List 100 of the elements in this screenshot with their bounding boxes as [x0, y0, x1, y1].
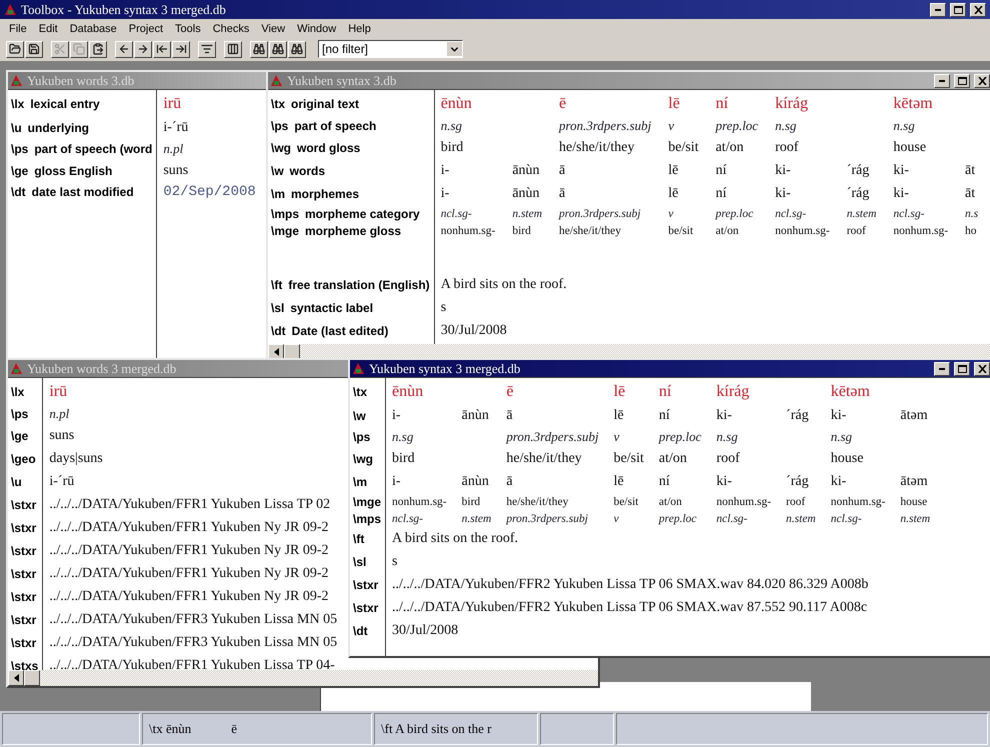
morpheme-cell-text: āt: [965, 162, 976, 180]
morpheme-cell-text: i-: [440, 162, 450, 180]
field-marker: \stxr: [353, 578, 378, 592]
menu-item[interactable]: Checks: [208, 22, 254, 34]
field-marker: \ps: [353, 430, 370, 444]
field-marker: \stxr: [11, 498, 36, 512]
field-value: days|suns: [49, 450, 104, 468]
menu-item[interactable]: Window: [292, 22, 342, 34]
morpheme-cell-text: ho: [965, 224, 978, 238]
word-cell-text: n.sg: [716, 428, 739, 446]
morpheme-cell-text: nonhum.sg-: [775, 224, 830, 238]
field-marker: \dt: [271, 324, 286, 338]
field-marker: \tx: [353, 385, 368, 399]
field-label: Date (last edited): [292, 324, 388, 338]
field-value: ../../../DATA/Yukuben/FFR1 Yukuben Lissa TP 04-: [49, 656, 336, 670]
field-value: ../../../DATA/Yukuben/FFR1 Yukuben Ny JR 09-2: [49, 518, 330, 536]
field-value: ../../../DATA/Yukuben/FFR1 Yukuben Ny JR 09-2: [49, 542, 330, 560]
window-title: Yukuben syntax 3 merged.db: [369, 360, 520, 376]
morpheme-cell-text: n.stem: [512, 206, 542, 222]
field-marker: \lx: [11, 97, 24, 111]
field-label: morpheme gloss: [305, 224, 402, 238]
word-cell-text: v: [614, 428, 620, 446]
word-cell-text: ēnùn: [392, 382, 424, 402]
word-cell-text: prep.loc: [716, 117, 758, 135]
word-cell-text: pron.3rdpers.subj: [506, 428, 599, 446]
morpheme-cell-text: ncl.sg-: [392, 512, 424, 526]
word-cell-text: kētəm: [830, 382, 871, 402]
morpheme-cell-text: ní: [716, 162, 728, 180]
morpheme-cell-text: pron.3rdpers.subj: [559, 206, 642, 222]
field-value: irū: [163, 94, 182, 114]
word-cell-text: prep.loc: [658, 428, 702, 446]
word-cell-text: he/she/it/they: [506, 450, 583, 468]
field-value: suns: [163, 162, 190, 180]
morpheme-cell-text: bird: [462, 494, 482, 510]
morpheme-cell-text: āt: [965, 184, 976, 202]
morpheme-cell-text: n.stem: [846, 206, 876, 222]
morpheme-cell-text: ki-: [830, 472, 848, 490]
field-value: n.pl: [49, 405, 70, 423]
field-marker: \u: [11, 120, 22, 134]
word-cell-text: bird: [440, 138, 464, 156]
morpheme-cell-text: ki-: [775, 162, 792, 180]
morpheme-cell-text: ā: [506, 472, 514, 490]
word-cell-text: n.sg: [440, 117, 463, 135]
field-marker: \mps: [271, 206, 300, 220]
field-marker: \ps: [271, 119, 288, 133]
menu-item[interactable]: Project: [124, 22, 168, 34]
morpheme-cell-text: be/sit: [614, 494, 640, 510]
morpheme-cell-text: ā: [559, 162, 566, 180]
menu-item[interactable]: View: [256, 22, 290, 34]
word-cell-text: ní: [716, 94, 730, 114]
morpheme-cell-text: n.stem: [462, 512, 492, 526]
morpheme-cell-text: ´rág: [786, 472, 810, 490]
word-cell-text: v: [668, 117, 676, 135]
field-label: syntactic label: [290, 300, 374, 314]
morpheme-cell-text: lē: [668, 162, 680, 180]
menu-item[interactable]: Edit: [34, 22, 63, 34]
word-cell-text: roof: [716, 450, 741, 468]
field-marker: \ge: [11, 164, 28, 178]
word-cell-text: kírág: [775, 94, 809, 114]
morpheme-cell-text: n.stem: [900, 512, 930, 526]
word-cell-text: n.sg: [893, 117, 916, 135]
word-cell-text: ē: [559, 94, 568, 114]
field-value: 30/Jul/2008: [440, 322, 508, 340]
field-marker: \stxr: [11, 520, 36, 534]
field-marker: \m: [271, 186, 286, 200]
morpheme-cell-text: n.s: [965, 206, 978, 222]
field-value: 30/Jul/2008: [392, 622, 460, 640]
field-value: A bird sits on the roof.: [440, 276, 568, 294]
field-label: word gloss: [297, 140, 360, 154]
status-text: \ft A bird sits on the r: [381, 721, 492, 737]
morpheme-cell-text: lē: [614, 406, 625, 424]
menu-item[interactable]: File: [4, 22, 32, 34]
field-marker: \stxr: [11, 566, 36, 580]
morpheme-cell-text: at/on: [658, 494, 683, 510]
field-label: part of speech: [294, 119, 376, 133]
field-value: A bird sits on the roof.: [392, 530, 520, 548]
morpheme-cell-text: lē: [668, 184, 680, 202]
word-cell-text: kētəm: [893, 94, 934, 114]
morpheme-cell-text: ncl.sg-: [830, 512, 863, 526]
field-marker: \ps: [11, 142, 28, 156]
field-value: ../../../DATA/Yukuben/FFR2 Yukuben Lissa TP 06 SMAX.wav 87.552 90.117 A008c: [392, 598, 868, 616]
word-cell-text: house: [893, 138, 928, 156]
field-value: n.pl: [163, 140, 184, 158]
field-value: s: [392, 552, 398, 570]
morpheme-cell-text: ki-: [830, 406, 848, 424]
word-cell-text: n.sg: [830, 428, 854, 446]
field-label: gloss English: [34, 164, 112, 178]
word-cell-text: roof: [775, 138, 800, 156]
menu-item[interactable]: Help: [343, 22, 376, 34]
field-value: irū: [49, 382, 68, 402]
morpheme-cell-text: ní: [658, 406, 671, 424]
morpheme-cell-text: he/she/it/they: [559, 224, 622, 238]
filter-dropdown[interactable]: [no filter]: [318, 40, 463, 58]
morpheme-cell-text: i-: [392, 406, 402, 424]
word-cell-text: house: [830, 450, 864, 468]
field-marker: \wg: [353, 452, 373, 466]
field-label: underlying: [28, 120, 90, 134]
menu-item[interactable]: Tools: [170, 22, 206, 34]
menu-item[interactable]: Database: [64, 22, 122, 34]
morpheme-cell-text: ki-: [716, 472, 733, 490]
